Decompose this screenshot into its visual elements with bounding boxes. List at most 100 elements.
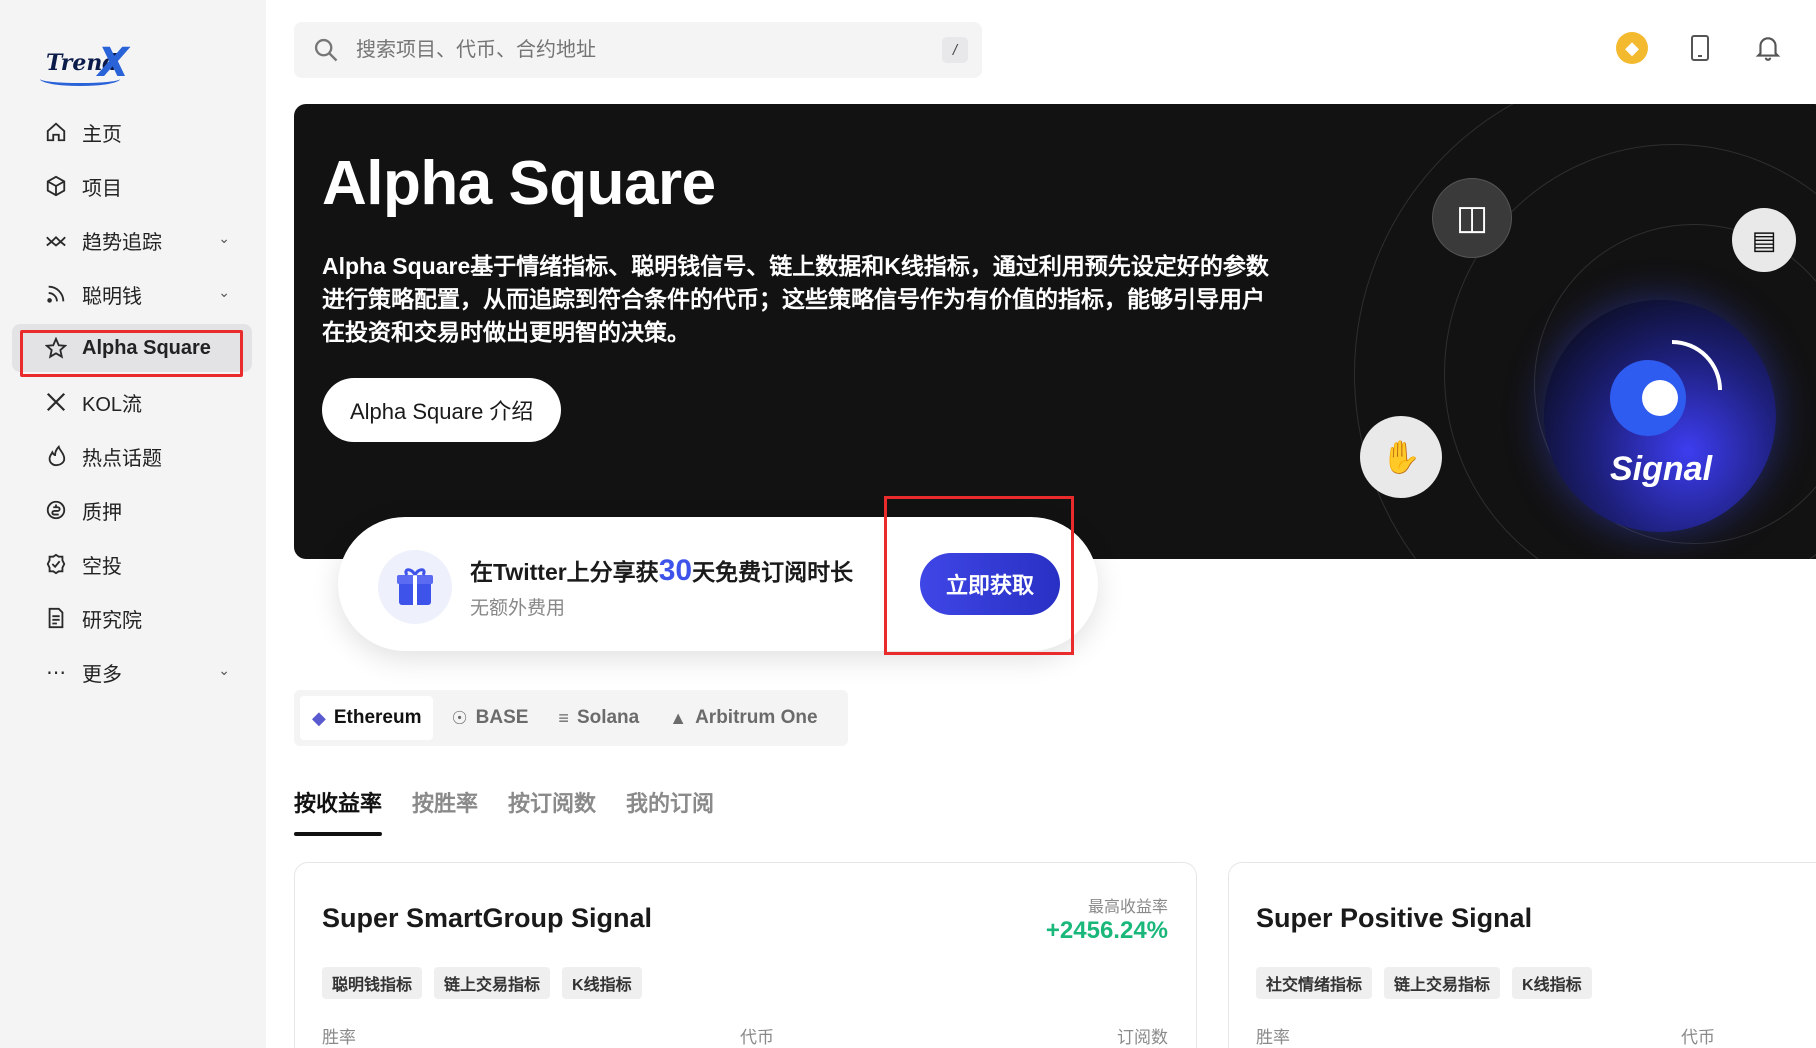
signal-card[interactable]: Super Positive Signal 社交情绪指标 链上交易指标 K线指标…	[1228, 862, 1816, 1048]
tab-by-subscriptions[interactable]: 按订阅数	[508, 786, 596, 836]
signal-label: Signal	[1610, 450, 1713, 488]
sidebar-item-more[interactable]: ⋯ 更多 ⌄	[12, 648, 252, 696]
wallet-icon: ▤	[1732, 208, 1796, 272]
stake-icon	[44, 498, 68, 522]
chain-tab-base[interactable]: ☉ BASE	[439, 696, 540, 740]
chain-selector: ◆ Ethereum ☉ BASE ≡ Solana ▲ Arbitrum On…	[294, 690, 848, 746]
sidebar-item-label: 质押	[82, 501, 122, 524]
mobile-icon[interactable]	[1682, 30, 1718, 66]
annotation-highlight-box	[20, 330, 243, 377]
badge-check-icon	[44, 552, 68, 576]
sidebar: Trend X 主页 项目 趋势追踪 ⌄ 聪明钱 ⌄ Alpha Square …	[0, 0, 266, 1048]
trend-icon	[44, 228, 68, 252]
chain-tab-label: BASE	[475, 707, 529, 728]
alpha-square-intro-button[interactable]: Alpha Square 介绍	[322, 378, 562, 442]
promo-title: 在Twitter上分享获30天免费订阅时长	[470, 553, 853, 588]
signal-card-title: Super Positive Signal	[1256, 903, 1533, 933]
sidebar-item-home[interactable]: 主页	[12, 108, 252, 156]
chain-tab-solana[interactable]: ≡ Solana	[546, 696, 651, 740]
trendx-logo[interactable]: Trend X	[36, 40, 142, 90]
tab-by-return[interactable]: 按收益率	[294, 786, 383, 836]
promo-days-number: 30	[658, 554, 693, 587]
home-icon	[44, 120, 68, 144]
signal-tag: 链上交易指标	[434, 967, 551, 999]
sidebar-item-projects[interactable]: 项目	[12, 162, 252, 210]
sidebar-item-label: 热点话题	[82, 447, 162, 470]
max-return-label: 最高收益率	[1087, 899, 1168, 916]
promo-title-after: 天免费订阅时长	[692, 559, 854, 585]
chain-tab-arbitrum[interactable]: ▲ Arbitrum One	[657, 696, 829, 740]
hero-description: Alpha Square基于情绪指标、聪明钱信号、链上数据和K线指标，通过利用预…	[322, 253, 1269, 345]
search-shortcut-key: /	[942, 37, 968, 63]
signal-orb: Signal	[1544, 300, 1776, 532]
bell-icon[interactable]	[1750, 30, 1786, 66]
ethereum-icon: ◆	[312, 707, 326, 728]
signal-tag: 社交情绪指标	[1256, 967, 1373, 999]
search-icon	[312, 36, 340, 64]
signal-tag: 链上交易指标	[1384, 967, 1501, 999]
sidebar-item-label: 研究院	[82, 609, 142, 632]
sidebar-item-staking[interactable]: 质押	[12, 486, 252, 534]
sidebar-item-label: 空投	[82, 555, 122, 578]
sidebar-item-label: 趋势追踪	[82, 231, 162, 254]
database-icon: ◫	[1432, 178, 1512, 258]
bnb-chain-icon[interactable]: ◆	[1614, 30, 1650, 66]
max-return-value: +2456.24%	[1045, 917, 1168, 944]
solana-icon: ≡	[558, 707, 569, 728]
flame-icon	[44, 444, 68, 468]
subscriptions-label: 订阅数	[1117, 1028, 1168, 1047]
signal-card[interactable]: Super SmartGroup Signal 最高收益率 +2456.24% …	[294, 862, 1197, 1048]
sidebar-nav: 主页 项目 趋势追踪 ⌄ 聪明钱 ⌄ Alpha Square KOL流 热点话…	[12, 108, 252, 702]
arbitrum-icon: ▲	[669, 707, 688, 728]
sidebar-item-trend-tracking[interactable]: 趋势追踪 ⌄	[12, 216, 252, 264]
signal-tags: 社交情绪指标 链上交易指标 K线指标	[1256, 967, 1604, 999]
sidebar-item-label: 聪明钱	[82, 285, 142, 308]
tab-by-win-rate[interactable]: 按胜率	[412, 786, 478, 836]
token-label: 代币	[1681, 1028, 1715, 1047]
chain-tab-label: Ethereum	[333, 707, 422, 728]
document-icon	[44, 606, 68, 630]
base-icon: ☉	[451, 707, 468, 728]
chain-tab-label: Arbitrum One	[695, 707, 818, 728]
sidebar-item-label: KOL流	[82, 393, 143, 416]
annotation-highlight-box	[884, 496, 1074, 655]
sidebar-item-label: 更多	[82, 663, 122, 686]
signal-card-title: Super SmartGroup Signal	[322, 903, 653, 933]
token-label: 代币	[740, 1028, 774, 1047]
broadcast-waves-icon	[1672, 340, 1722, 390]
cube-icon	[44, 174, 68, 198]
gift-icon	[378, 550, 452, 624]
more-dots-icon: ⋯	[46, 661, 66, 684]
sidebar-item-research[interactable]: 研究院	[12, 594, 252, 642]
signal-tag: K线指标	[1512, 967, 1592, 999]
sidebar-item-smart-money[interactable]: 聪明钱 ⌄	[12, 270, 252, 318]
hand-coin-icon: ✋	[1360, 416, 1442, 498]
x-logo-icon	[44, 390, 68, 414]
win-rate-label: 胜率	[1256, 1028, 1290, 1047]
chain-tab-label: Solana	[576, 707, 640, 728]
rss-icon	[44, 282, 68, 306]
sort-tabs: 按收益率 按胜率 按订阅数 我的订阅	[294, 786, 744, 836]
chevron-down-icon[interactable]: ⌄	[218, 662, 230, 679]
sidebar-item-label: 主页	[82, 123, 122, 146]
win-rate-label: 胜率	[322, 1028, 356, 1047]
tab-my-subscriptions[interactable]: 我的订阅	[626, 786, 714, 836]
hero-banner: Alpha Square Alpha Square基于情绪指标、聪明钱信号、链上…	[294, 104, 1816, 559]
promo-title-before: 在Twitter上分享获	[470, 559, 659, 585]
signal-tag: 聪明钱指标	[322, 967, 423, 999]
signal-tags: 聪明钱指标 链上交易指标 K线指标	[322, 967, 654, 999]
sidebar-item-airdrop[interactable]: 空投	[12, 540, 252, 588]
signal-tag: K线指标	[562, 967, 642, 999]
hero-title: Alpha Square	[322, 149, 716, 218]
search-bar[interactable]: /	[294, 22, 982, 78]
chevron-down-icon[interactable]: ⌄	[218, 284, 230, 301]
promo-subtitle: 无额外费用	[470, 598, 566, 619]
sidebar-item-label: 项目	[82, 177, 122, 200]
logo-swoosh	[40, 72, 120, 86]
top-right-toolbar: ◆	[1582, 30, 1786, 66]
sidebar-item-kol-stream[interactable]: KOL流	[12, 378, 252, 426]
search-input[interactable]	[356, 38, 916, 62]
chain-tab-ethereum[interactable]: ◆ Ethereum	[300, 696, 434, 740]
chevron-down-icon[interactable]: ⌄	[218, 230, 230, 247]
sidebar-item-hot-topics[interactable]: 热点话题	[12, 432, 252, 480]
